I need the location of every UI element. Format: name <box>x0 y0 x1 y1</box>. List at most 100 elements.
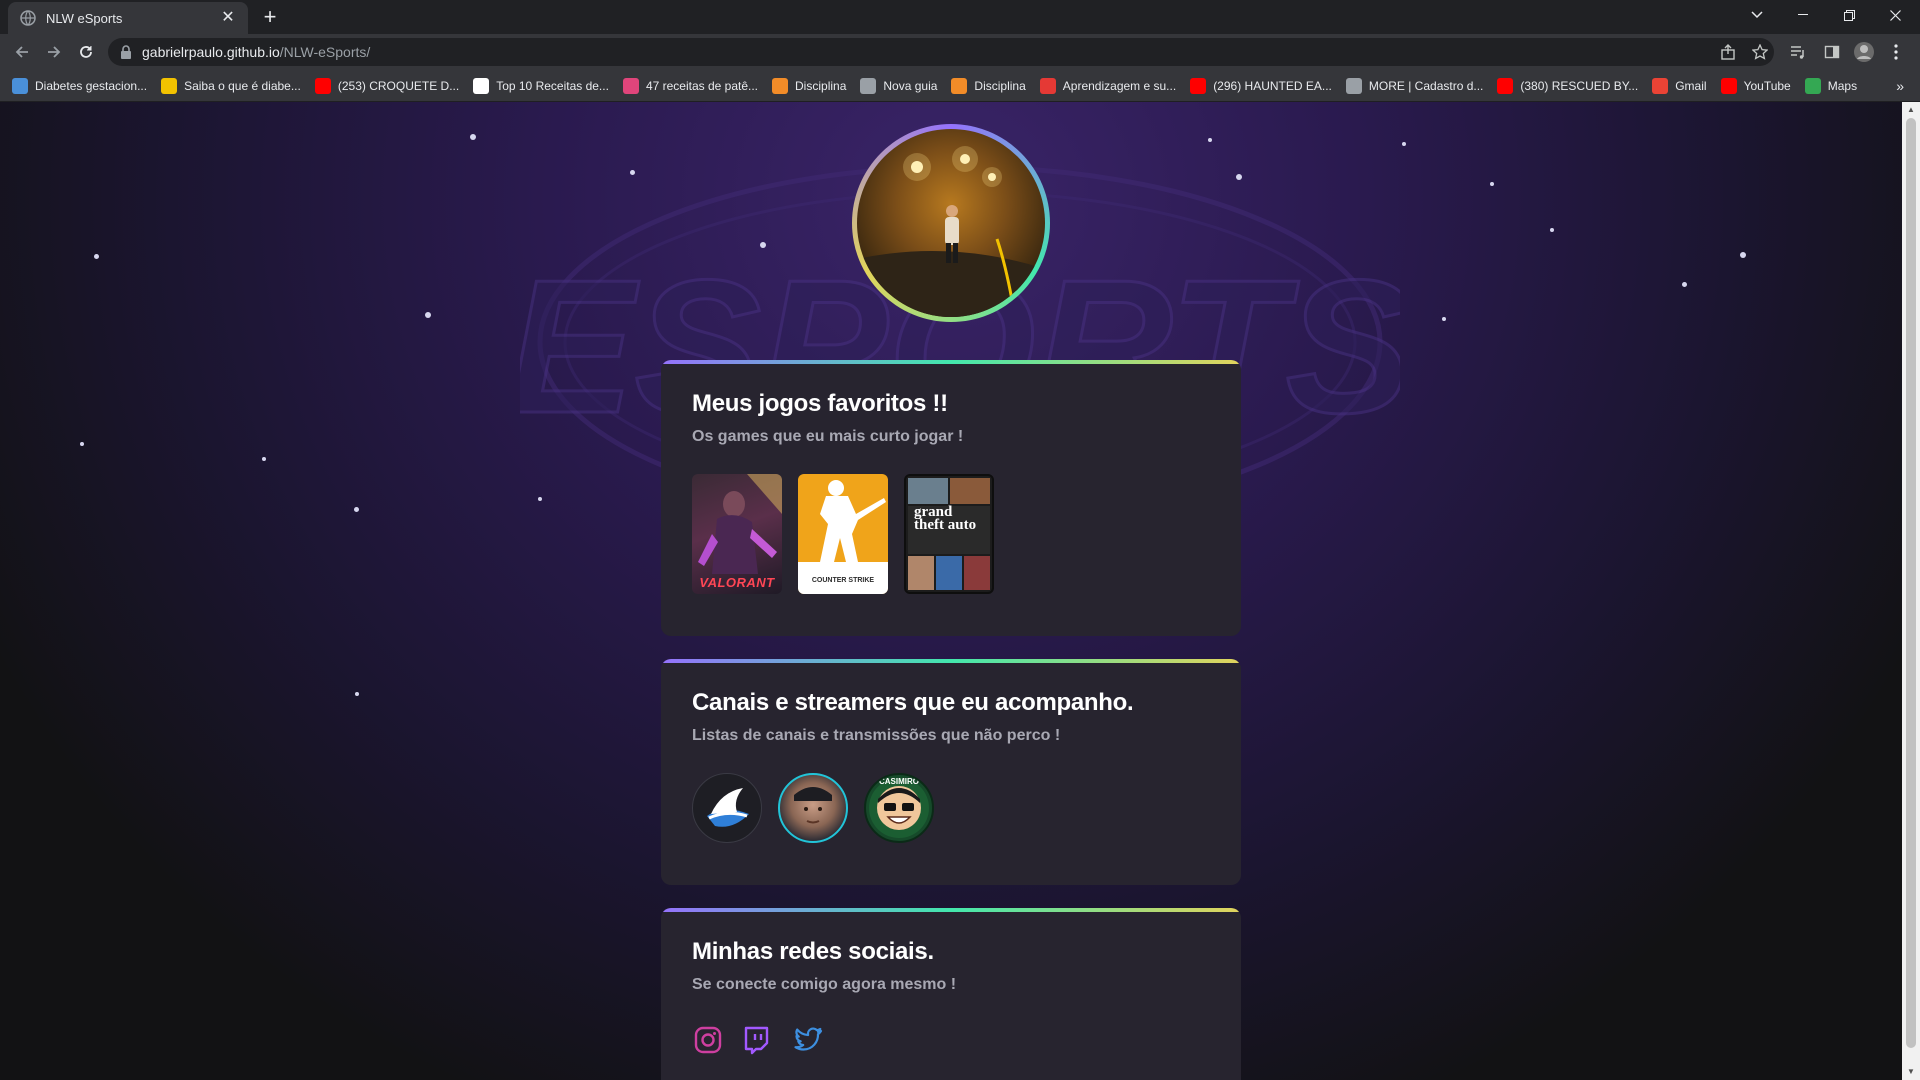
bookmark-item[interactable]: (253) CROQUETE D... <box>314 77 460 94</box>
counter-strike-logo-text: COUNTER STRIKE <box>811 577 875 584</box>
star-dot <box>94 254 99 259</box>
bookmark-label: Disciplina <box>974 78 1026 93</box>
bookmark-favicon-icon <box>951 77 968 94</box>
bookmark-label: Disciplina <box>795 78 847 93</box>
scroll-down-icon[interactable]: ▼ <box>1906 1067 1916 1077</box>
bookmark-label: (296) HAUNTED EA... <box>1213 78 1332 93</box>
address-bar[interactable]: gabrielrpaulo.github.io/NLW-eSports/ <box>108 38 1774 66</box>
bookmark-label: YouTube <box>1743 78 1791 93</box>
profile-photo <box>857 129 1045 317</box>
valorant-logo-text: VALORANT <box>699 575 775 590</box>
bookmark-label: 47 receitas de patê... <box>645 78 759 93</box>
star-dot <box>1442 317 1446 321</box>
back-icon[interactable] <box>10 40 34 64</box>
menu-icon[interactable] <box>1884 40 1908 64</box>
tab-close-icon[interactable]: ✕ <box>220 10 236 26</box>
bookmark-favicon-icon <box>1039 77 1056 94</box>
new-tab-button[interactable]: + <box>258 6 282 30</box>
bookmark-item[interactable]: Aprendizagem e su... <box>1039 77 1177 94</box>
star-dot <box>80 442 84 446</box>
profile-avatar <box>852 124 1050 322</box>
star-dot <box>262 457 266 461</box>
restore-icon[interactable] <box>1826 0 1872 30</box>
casimiro-logo-text: CASIMIRO <box>879 777 919 786</box>
bookmark-item[interactable]: MORE | Cadastro d... <box>1345 77 1484 94</box>
star-dot <box>425 312 431 318</box>
bookmark-favicon-icon <box>1804 77 1821 94</box>
instagram-icon[interactable] <box>692 1024 724 1056</box>
side-panel-icon[interactable] <box>1820 40 1844 64</box>
streamers-title: Canais e streamers que eu acompanho. <box>692 689 1134 716</box>
star-dot <box>1550 228 1554 232</box>
socials-title: Minhas redes sociais. <box>692 938 934 965</box>
twitch-icon[interactable] <box>740 1024 772 1056</box>
bookmark-item[interactable]: Disciplina <box>951 77 1026 94</box>
bookmark-favicon-icon <box>1190 77 1207 94</box>
bookmark-item[interactable]: Top 10 Receitas de... <box>473 77 609 94</box>
bookmark-label: (253) CROQUETE D... <box>337 78 460 93</box>
close-window-icon[interactable] <box>1872 0 1918 30</box>
star-dot <box>1402 142 1406 146</box>
game-card-gta-v[interactable]: grand theft auto <box>904 474 994 594</box>
star-dot <box>355 692 359 696</box>
star-dot <box>1740 252 1746 258</box>
bookmark-label: Nova guia <box>883 78 938 93</box>
bookmark-item[interactable]: Maps <box>1804 77 1857 94</box>
star-icon[interactable] <box>1748 40 1772 64</box>
bookmark-favicon-icon <box>1497 77 1514 94</box>
game-card-counter-strike[interactable]: COUNTER STRIKE <box>798 474 888 594</box>
bookmarks-bar: Diabetes gestacion... Saiba o que é diabe… <box>0 70 1920 102</box>
bookmark-item[interactable]: Saiba o que é diabe... <box>161 77 301 94</box>
profile-avatar-icon[interactable] <box>1852 40 1876 64</box>
streamer-avatar-1[interactable] <box>692 773 762 843</box>
page-viewport: ESPORTS Meus jogos favoritos !! Os games… <box>0 102 1902 1080</box>
bookmark-label: Aprendizagem e su... <box>1062 78 1177 93</box>
share-icon[interactable] <box>1716 40 1740 64</box>
game-card-valorant[interactable]: VALORANT <box>692 474 782 594</box>
reload-icon[interactable] <box>74 40 98 64</box>
bookmark-item[interactable]: Gmail <box>1652 77 1707 94</box>
games-title: Meus jogos favoritos !! <box>692 390 948 417</box>
bookmark-item[interactable]: Diabetes gestacion... <box>12 77 148 94</box>
bookmark-favicon-icon <box>473 77 490 94</box>
bookmark-item[interactable]: Nova guia <box>860 77 938 94</box>
streamer-avatar-casimiro[interactable]: CASIMIRO <box>864 773 934 843</box>
bookmark-item[interactable]: 47 receitas de patê... <box>622 77 759 94</box>
bookmark-item[interactable]: YouTube <box>1720 77 1791 94</box>
star-dot <box>354 507 359 512</box>
star-dot <box>1490 182 1494 186</box>
streamers-card: Canais e streamers que eu acompanho. Lis… <box>661 659 1241 885</box>
star-dot <box>1208 138 1212 142</box>
scroll-up-icon[interactable]: ▲ <box>1906 105 1916 115</box>
bookmark-favicon-icon <box>622 77 639 94</box>
favorite-games-card: Meus jogos favoritos !! Os games que eu … <box>661 360 1241 636</box>
page-scrollbar[interactable]: ▲ ▼ <box>1902 102 1920 1080</box>
scrollbar-thumb[interactable] <box>1906 118 1916 1048</box>
bookmark-favicon-icon <box>1652 77 1669 94</box>
url-text: gabrielrpaulo.github.io/NLW-eSports/ <box>142 44 371 60</box>
streamer-avatar-2[interactable] <box>778 773 848 843</box>
minimize-icon[interactable] <box>1780 0 1826 30</box>
bookmark-favicon-icon <box>772 77 789 94</box>
star-dot <box>1236 174 1242 180</box>
bookmark-item[interactable]: (380) RESCUED BY... <box>1497 77 1638 94</box>
bookmark-item[interactable]: Disciplina <box>772 77 847 94</box>
star-dot <box>538 497 542 501</box>
bookmark-item[interactable]: (296) HAUNTED EA... <box>1190 77 1332 94</box>
forward-icon[interactable] <box>42 40 66 64</box>
star-dot <box>1682 282 1687 287</box>
tab-search-icon[interactable] <box>1734 0 1780 30</box>
star-dot <box>760 242 766 248</box>
bookmark-label: Top 10 Receitas de... <box>496 78 609 93</box>
browser-tab[interactable]: NLW eSports ✕ <box>8 2 248 34</box>
twitter-icon[interactable] <box>792 1024 824 1056</box>
bookmark-label: Diabetes gestacion... <box>35 78 148 93</box>
browser-tab-bar: NLW eSports ✕ + <box>0 0 1920 34</box>
more-bookmarks-button[interactable]: » <box>1896 78 1904 94</box>
bookmark-label: MORE | Cadastro d... <box>1368 78 1484 93</box>
socials-subtitle: Se conecte comigo agora mesmo ! <box>692 976 957 993</box>
media-control-icon[interactable] <box>1786 40 1810 64</box>
bookmark-favicon-icon <box>860 77 877 94</box>
gta-logo-text: grand theft auto <box>914 504 977 533</box>
bookmark-label: Saiba o que é diabe... <box>184 78 301 93</box>
